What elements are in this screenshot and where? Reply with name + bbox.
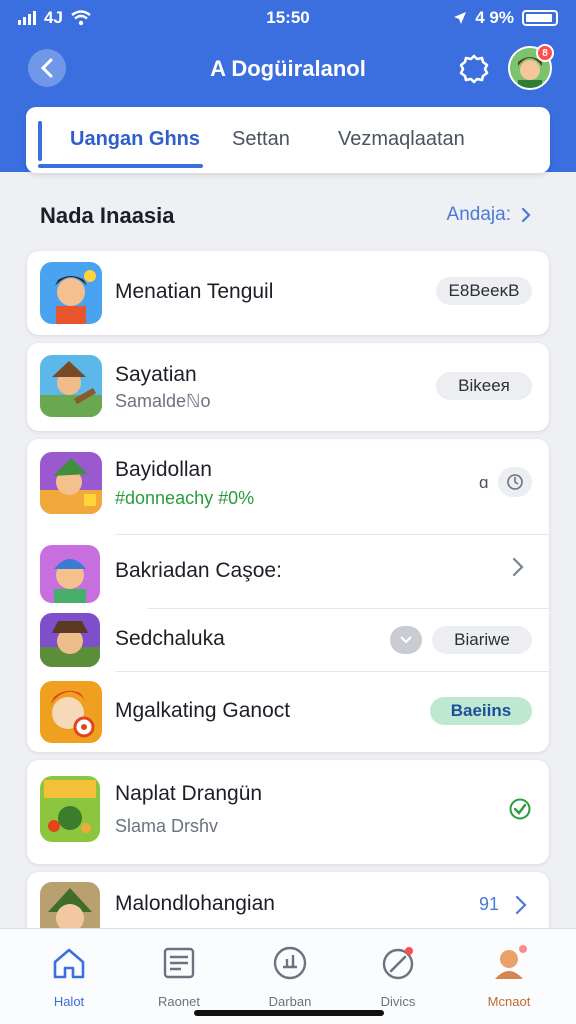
game-icon — [40, 262, 102, 324]
game-value: 91 — [479, 894, 500, 914]
list-item[interactable]: Bayidollan #donneachy #0% ɑ — [27, 439, 549, 534]
battery-percent: 4 9% — [475, 8, 514, 27]
chevron-right-icon — [521, 207, 531, 223]
nav-label: Divics — [380, 994, 416, 1009]
chevron-right-icon[interactable] — [515, 894, 527, 921]
tab-third[interactable]: Vezmaqlaatan — [338, 107, 465, 173]
settings-button[interactable] — [455, 50, 493, 88]
game-icon — [40, 613, 100, 667]
game-value: ɑ — [479, 473, 489, 492]
tab-indicator — [38, 121, 42, 161]
stats-icon — [273, 946, 307, 980]
nav-label: Mcnaot — [487, 994, 531, 1009]
profile-icon — [495, 945, 527, 979]
game-name: Menatian Tenguil — [115, 280, 274, 303]
gear-icon — [459, 54, 489, 84]
game-icon — [40, 545, 100, 603]
home-icon — [53, 948, 85, 979]
news-icon — [163, 947, 195, 979]
section-title: Nada Inaasia — [40, 203, 175, 228]
nav-label: Raonet — [158, 994, 200, 1009]
compass-icon — [382, 947, 414, 980]
nav-item-news[interactable]: Raonet — [134, 943, 224, 1009]
section-see-all-link[interactable]: Andaja: — [447, 204, 531, 226]
game-subtitle: Slama Drsɦv — [115, 816, 219, 836]
game-name: Sedchaluka — [115, 627, 225, 650]
game-icon — [40, 452, 102, 514]
list-item[interactable]: Sedchaluka Biariwe — [27, 609, 549, 671]
notification-badge: 8 — [536, 44, 554, 62]
location-arrow-icon — [454, 12, 467, 24]
game-name: Bakriadan Caşoe: — [115, 559, 282, 582]
tab-underline — [38, 164, 203, 168]
nav-label: Halot — [53, 994, 85, 1009]
game-subtitle: Samaldeℕo — [115, 391, 211, 411]
list-item[interactable]: Mgalkating Ganoct Baeiins — [27, 672, 549, 752]
game-card[interactable]: Sayatian Samaldeℕo Bikeeя — [27, 343, 549, 431]
game-action-button[interactable]: Biariwe — [432, 626, 532, 654]
app-header: 4J 15:50 4 9% A Dogüiralanol 8 Uangan Gh… — [0, 0, 576, 173]
game-icon — [40, 776, 100, 842]
game-list-card: Bayidollan #donneachy #0% ɑ Bakriadan Ca… — [27, 439, 549, 752]
game-name: Bayidollan — [115, 458, 212, 481]
game-action-button[interactable]: E8BeeĸB — [436, 277, 532, 305]
game-name: Malondlohangian — [115, 892, 275, 915]
game-icon — [40, 681, 102, 743]
chevron-down-icon — [400, 636, 412, 644]
game-card[interactable]: Menatian Tenguil E8BeeĸB — [27, 251, 549, 335]
check-icon — [508, 797, 532, 826]
game-name: Naplat Drangün — [115, 782, 263, 805]
home-indicator — [194, 1010, 384, 1016]
nav-item-profile[interactable]: Mcnaot — [464, 943, 554, 1009]
battery-icon — [522, 10, 558, 26]
tab-second[interactable]: Settan — [232, 107, 290, 173]
status-bar: 4J 15:50 4 9% — [0, 0, 576, 36]
nav-item-home[interactable]: Halot — [24, 943, 114, 1009]
nav-label: Darban — [268, 994, 312, 1009]
list-item[interactable]: Bakriadan Caşoe: — [27, 535, 549, 607]
game-card[interactable]: Naplat Drangün Slama Drsɦv — [27, 760, 549, 864]
game-name: Sayatian — [115, 363, 197, 386]
nav-item-stats[interactable]: Darban — [245, 943, 335, 1009]
section-link-label: Andaja: — [446, 204, 511, 225]
nav-item-explore[interactable]: Divics — [353, 943, 443, 1009]
game-icon — [40, 355, 102, 417]
game-action-button[interactable]: Baeiins — [430, 697, 532, 725]
chevron-right-icon — [512, 556, 524, 584]
game-name: Mgalkating Ganoct — [115, 699, 291, 722]
clock-button[interactable] — [498, 467, 532, 497]
game-action-button[interactable]: Bikeeя — [436, 372, 532, 400]
chat-button[interactable] — [390, 626, 422, 654]
game-subtitle: #donneachy #0% — [115, 488, 255, 508]
clock-icon — [507, 474, 523, 490]
